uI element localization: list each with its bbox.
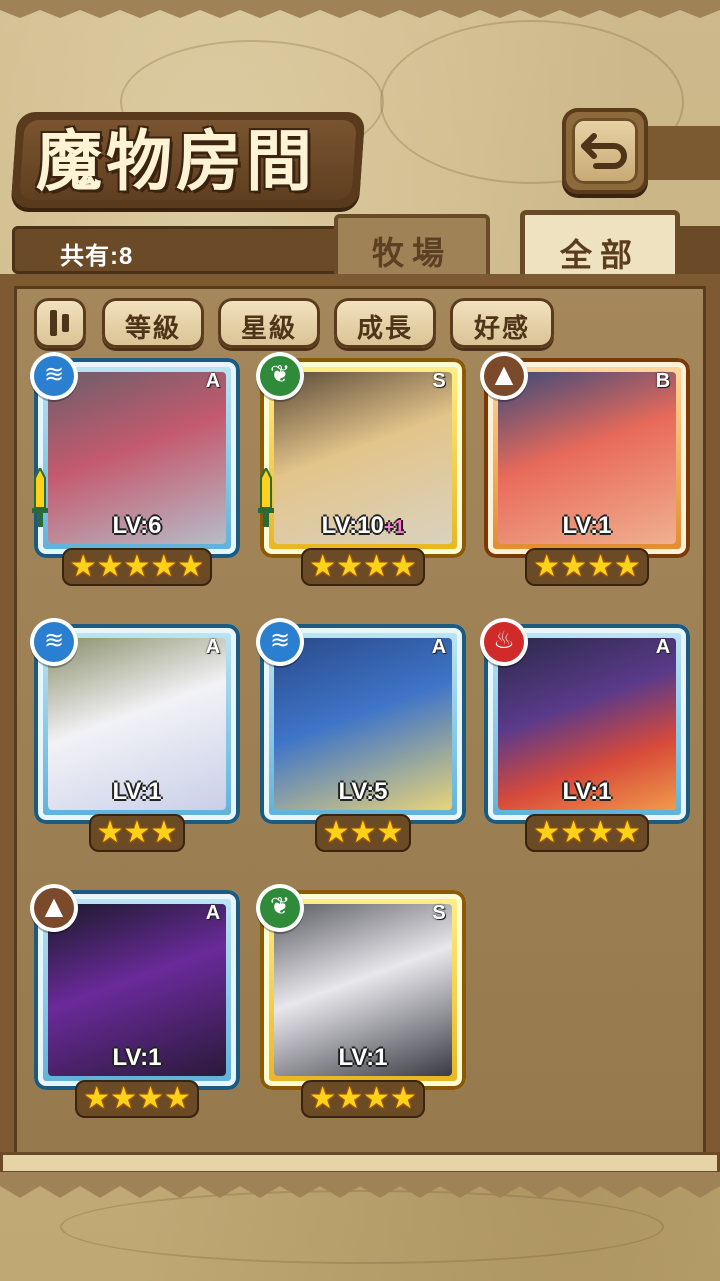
star-rating: ★★★★ (484, 814, 690, 854)
water-element-icon: ≋ (30, 352, 78, 400)
filter-level-button[interactable]: 等級 (102, 298, 204, 348)
star-rating: ★★★ (34, 814, 240, 854)
level-bonus: +1 (383, 517, 405, 537)
star-rating: ★★★★ (260, 548, 466, 588)
star-rating: ★★★★ (34, 1080, 240, 1120)
header-rail (680, 226, 720, 274)
rank-badge: A (205, 636, 221, 658)
monster-card[interactable]: ≋ A LV:5 ★★★ (256, 618, 466, 856)
star-rating: ★★★★ (260, 1080, 466, 1120)
rank-badge: A (205, 902, 221, 924)
page-title: 魔物房間 (36, 122, 316, 200)
filter-star-label: 星級 (240, 314, 297, 344)
monster-card[interactable]: ❦ S LV:10+1 ★★★★ (256, 352, 466, 590)
level-label: LV:5 (338, 778, 388, 805)
tab-all[interactable]: 全部 (520, 210, 680, 282)
level-label: LV:10+1 (321, 512, 405, 539)
rank-badge: B (655, 370, 671, 392)
level-label: LV:1 (562, 512, 612, 539)
level-label: LV:1 (562, 778, 612, 805)
rank-badge: A (655, 636, 671, 658)
level-label: LV:1 (338, 1044, 388, 1071)
back-area (562, 108, 720, 198)
filter-affection-label: 好感 (473, 314, 530, 344)
fire-element-icon: ♨ (480, 618, 528, 666)
tab-ranch-label: 牧場 (371, 234, 452, 272)
earth-element-icon: ▲ (30, 884, 78, 932)
filter-growth-button[interactable]: 成長 (334, 298, 436, 348)
level-label: LV:1 (112, 778, 162, 805)
back-button[interactable] (562, 108, 648, 194)
wood-element-icon: ❦ (256, 352, 304, 400)
wood-element-icon: ❦ (256, 884, 304, 932)
rank-badge: S (432, 370, 446, 392)
rank-badge: S (432, 902, 446, 924)
tab-all-label: 全部 (559, 236, 640, 274)
monster-card[interactable]: ≋ A LV:6 ★★★★★ (30, 352, 240, 590)
tab-ranch[interactable]: 牧場 (334, 214, 490, 278)
earth-element-icon: ▲ (480, 352, 528, 400)
rank-badge: A (205, 370, 221, 392)
filter-growth-label: 成長 (356, 314, 413, 344)
back-return-icon (581, 133, 627, 169)
filter-affection-button[interactable]: 好感 (450, 298, 554, 348)
filter-level-label: 等級 (124, 314, 181, 344)
monster-card[interactable]: ♨ A LV:1 ★★★★ (480, 618, 690, 856)
star-rating: ★★★★★ (34, 548, 240, 588)
monster-count: 共有:8 (60, 243, 134, 270)
water-element-icon: ≋ (256, 618, 304, 666)
level-label: LV:6 (112, 512, 162, 539)
star-rating: ★★★ (260, 814, 466, 854)
star-rating: ★★★★ (484, 548, 690, 588)
monster-card[interactable]: ▲ B LV:1 ★★★★ (480, 352, 690, 590)
water-element-icon: ≋ (30, 618, 78, 666)
monster-card[interactable]: ≋ A LV:1 ★★★ (30, 618, 240, 856)
rank-badge: A (431, 636, 447, 658)
panel-bottom-rail (0, 1152, 720, 1174)
monster-card[interactable]: ▲ A LV:1 ★★★★ (30, 884, 240, 1122)
sort-order-button[interactable] (34, 298, 86, 348)
monster-card[interactable]: ❦ S LV:1 ★★★★ (256, 884, 466, 1122)
level-label: LV:1 (112, 1044, 162, 1071)
bottom-zigzag-border (0, 1172, 720, 1198)
top-zigzag-border (0, 0, 720, 18)
filter-star-button[interactable]: 星級 (218, 298, 320, 348)
